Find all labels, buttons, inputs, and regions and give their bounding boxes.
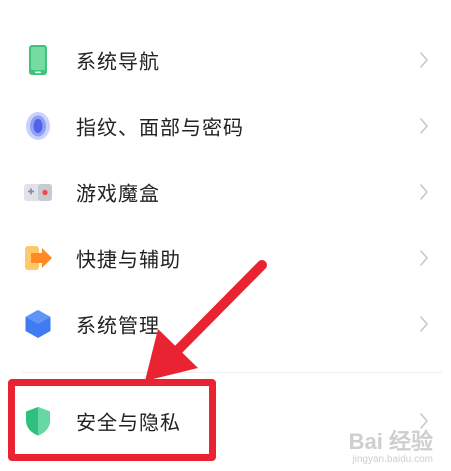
navigation-phone-icon (29, 45, 47, 75)
settings-item-fingerprint-face-password[interactable]: 指纹、面部与密码 (0, 93, 451, 159)
chevron-right-icon (420, 118, 428, 134)
settings-item-game-box[interactable]: 游戏魔盒 (0, 159, 451, 225)
chevron-right-icon (420, 52, 428, 68)
game-box-icon (24, 184, 52, 201)
settings-item-label: 系统导航 (76, 49, 160, 74)
watermark-sub: jingyan.baidu.com (352, 454, 433, 465)
settings-item-label: 游戏魔盒 (76, 181, 160, 206)
settings-item-shortcuts-accessibility[interactable]: 快捷与辅助 (0, 225, 451, 291)
shortcut-arrow-icon (25, 246, 52, 270)
chevron-right-icon (420, 250, 428, 266)
settings-item-system-navigation[interactable]: 系统导航 (0, 27, 451, 93)
settings-item-label: 系统管理 (76, 313, 160, 338)
chevron-right-icon (420, 316, 428, 332)
annotation-highlight-box (8, 379, 216, 461)
settings-screen: 系统导航 指纹、面部与密码 游戏魔盒 快捷与辅助 系统管理 安全与隐私 Bai … (0, 0, 451, 471)
section-divider (22, 372, 442, 373)
fingerprint-icon (26, 112, 50, 140)
chevron-right-icon (420, 184, 428, 200)
partial-item-icon (22, 0, 54, 6)
settings-item-system-management[interactable]: 系统管理 (0, 291, 451, 357)
settings-item-label: 快捷与辅助 (76, 247, 181, 272)
watermark-main: Bai 经验 (348, 429, 433, 454)
settings-item-label: 指纹、面部与密码 (76, 115, 244, 140)
watermark: Bai 经验 jingyan.baidu.com (349, 424, 433, 465)
system-hexagon-icon (25, 310, 51, 338)
